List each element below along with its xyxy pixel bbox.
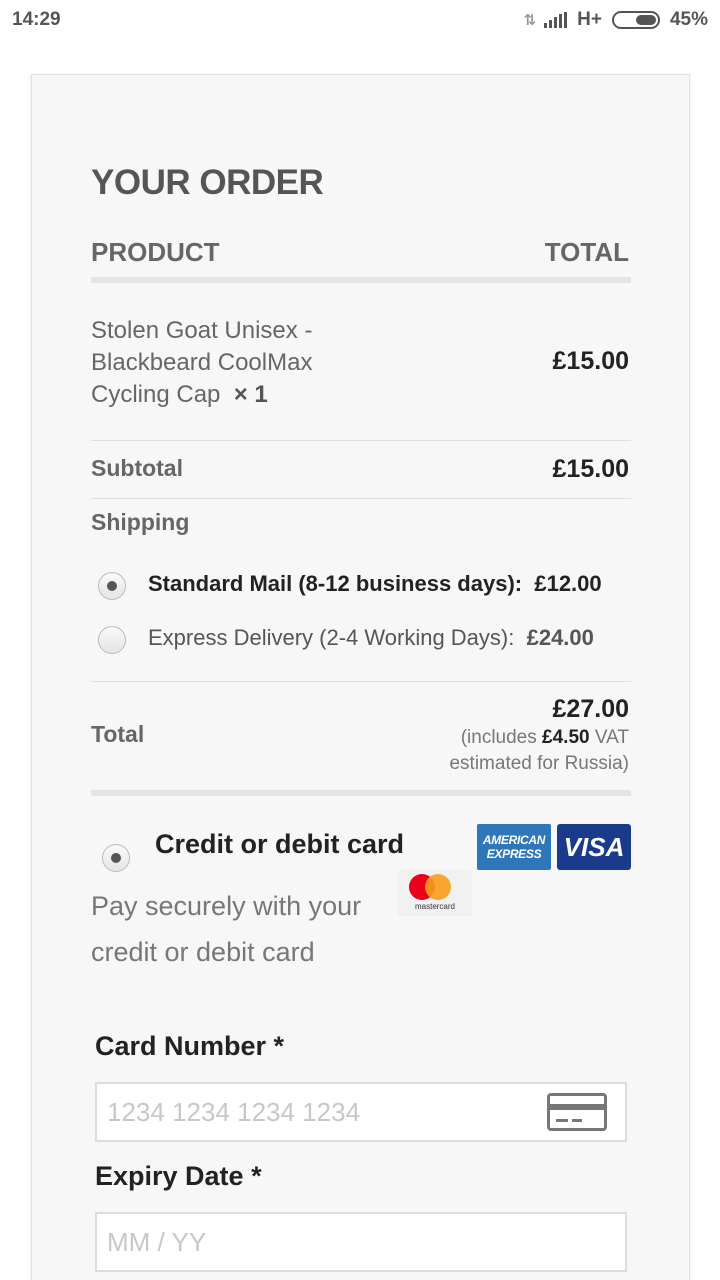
vat-prefix: (includes xyxy=(460,727,537,748)
shipping-option-price: £12.00 xyxy=(534,571,602,596)
data-transfer-icon: ⇅ xyxy=(523,12,537,29)
column-header-product: PRODUCT xyxy=(91,237,220,267)
shipping-radio-standard[interactable] xyxy=(98,572,126,600)
card-number-label: Card Number * xyxy=(95,1031,285,1061)
order-item-name: Stolen Goat Unisex - Blackbeard CoolMax … xyxy=(91,315,391,411)
payment-method-title[interactable]: Credit or debit card xyxy=(155,829,404,860)
divider xyxy=(91,440,631,441)
mastercard-yellow-circle xyxy=(425,874,451,900)
mastercard-logo-text: mastercard xyxy=(414,902,455,911)
amex-logo: AMERICAN EXPRESS xyxy=(477,824,551,870)
shipping-option-label: Express Delivery (2-4 Working Days): xyxy=(148,625,515,650)
status-icons: ⇅ H+ 45% xyxy=(524,9,708,31)
divider xyxy=(91,681,631,682)
battery-icon xyxy=(611,11,660,29)
payment-description: Pay securely with your credit or debit c… xyxy=(91,891,362,967)
visa-logo-text: VISA xyxy=(563,832,625,862)
expiry-date-label: Expiry Date * xyxy=(95,1161,262,1191)
item-name-text: Stolen Goat Unisex - Blackbeard CoolMax … xyxy=(91,317,313,408)
subtotal-label: Subtotal xyxy=(91,455,183,481)
card-number-field[interactable] xyxy=(95,1082,627,1142)
divider xyxy=(91,498,631,499)
shipping-option-standard[interactable]: Standard Mail (8-12 business days): £12.… xyxy=(148,571,602,597)
shipping-label: Shipping xyxy=(91,509,190,535)
vat-note: (includes £4.50 VAT estimated for Russia… xyxy=(409,725,629,777)
visa-logo: VISA xyxy=(557,824,631,870)
shipping-option-express[interactable]: Express Delivery (2-4 Working Days): £24… xyxy=(148,625,594,651)
order-title: YOUR ORDER xyxy=(91,163,324,202)
vat-amount: £4.50 xyxy=(542,727,590,748)
shipping-radio-express[interactable] xyxy=(98,626,126,654)
subtotal-value: £15.00 xyxy=(552,455,629,483)
header-divider xyxy=(91,277,631,283)
expiry-date-field[interactable] xyxy=(95,1212,627,1272)
card-number-input[interactable] xyxy=(97,1084,517,1140)
mastercard-logo: mastercard xyxy=(398,870,472,916)
total-value: £27.00 xyxy=(552,695,629,723)
total-label: Total xyxy=(91,721,145,747)
total-divider xyxy=(91,790,631,796)
status-time: 14:29 xyxy=(12,9,61,30)
order-card: YOUR ORDER PRODUCT TOTAL Stolen Goat Uni… xyxy=(31,74,690,1280)
amex-logo-text: AMERICAN EXPRESS xyxy=(482,833,546,861)
item-price: £15.00 xyxy=(552,347,629,375)
battery-percent: 45% xyxy=(669,9,708,30)
signal-icon xyxy=(544,12,568,28)
expiry-date-input[interactable] xyxy=(97,1214,517,1270)
credit-card-icon xyxy=(547,1093,607,1131)
shipping-option-label: Standard Mail (8-12 business days): xyxy=(148,571,523,596)
payment-radio-card[interactable] xyxy=(102,844,130,872)
shipping-option-price: £24.00 xyxy=(526,625,594,650)
column-header-total: TOTAL xyxy=(544,237,629,267)
item-quantity: × 1 xyxy=(233,381,268,408)
network-type: H+ xyxy=(577,9,602,30)
status-bar: 14:29 ⇅ H+ 45% xyxy=(0,0,720,44)
